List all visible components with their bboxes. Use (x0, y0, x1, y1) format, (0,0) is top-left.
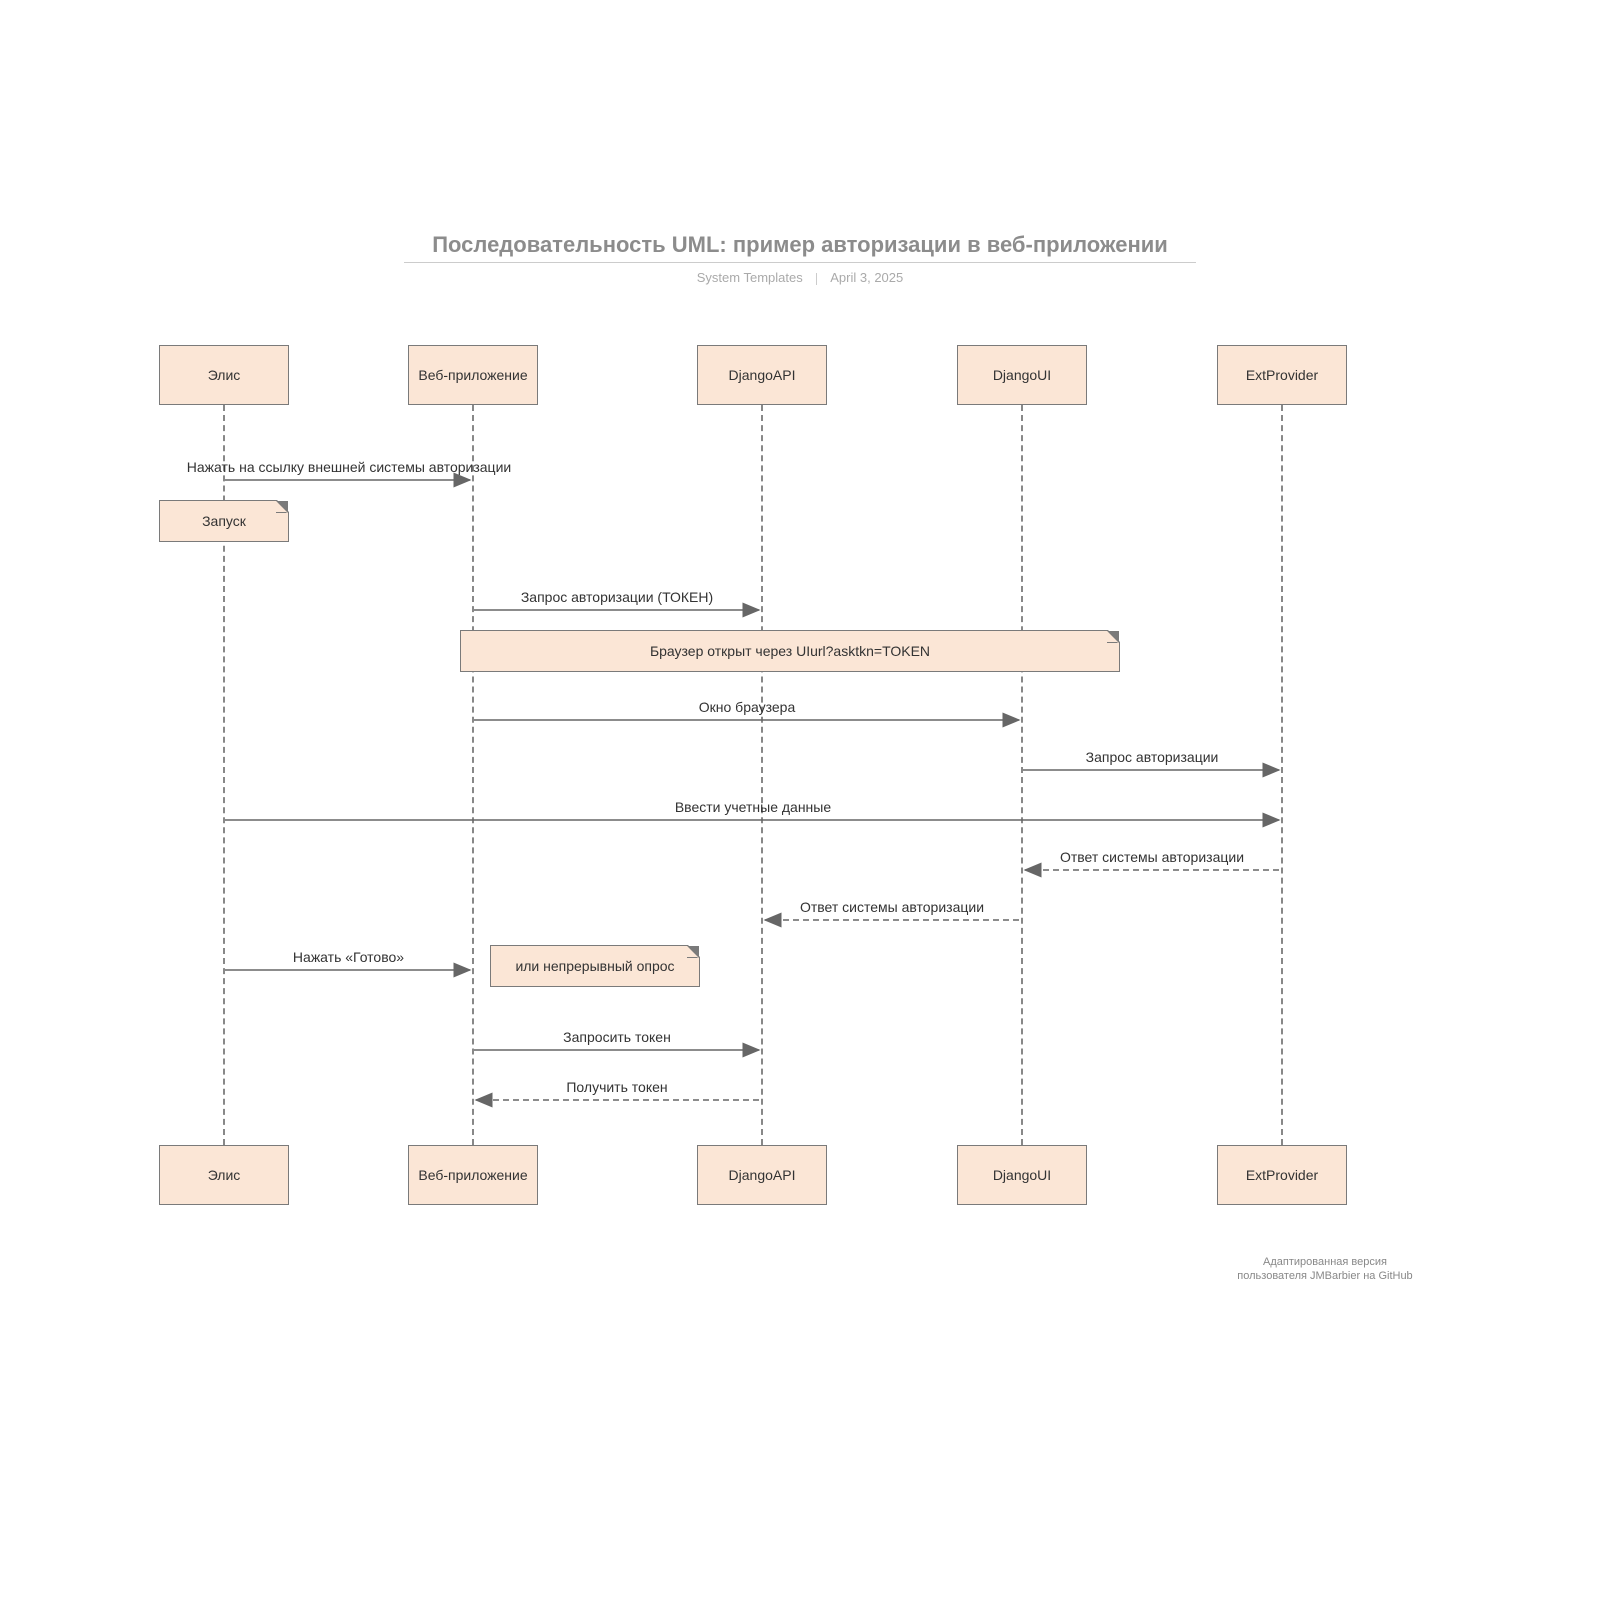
participant-extprovider-bottom: ExtProvider (1217, 1145, 1347, 1205)
participant-label: Веб-приложение (418, 1167, 527, 1183)
participant-label: Элис (208, 367, 241, 383)
participant-label: Элис (208, 1167, 241, 1183)
msg-enter-credentials: Ввести учетные данные (225, 799, 1281, 815)
msg-browser-window: Окно браузера (474, 699, 1020, 715)
participant-webapp-top: Веб-приложение (408, 345, 538, 405)
diagram-title: Последовательность UML: пример авторизац… (0, 232, 1600, 258)
participant-label: DjangoAPI (729, 1167, 796, 1183)
msg-auth-response-2: Ответ системы авторизации (763, 899, 1021, 915)
participant-label: DjangoAPI (729, 367, 796, 383)
title-underline (404, 262, 1196, 263)
participant-label: Веб-приложение (418, 367, 527, 383)
lifeline-extprovider (1281, 405, 1283, 1145)
note-poll: или непрерывный опрос (490, 945, 700, 987)
msg-auth-request-token: Запрос авторизации (ТОКЕН) (474, 589, 760, 605)
credit-line-1: Адаптированная версия (1200, 1255, 1450, 1269)
participant-webapp-bottom: Веб-приложение (408, 1145, 538, 1205)
subtitle-author: System Templates (697, 270, 803, 285)
credit-text: Адаптированная версия пользователя JMBar… (1200, 1255, 1450, 1284)
note-start: Запуск (159, 500, 289, 542)
participant-djangoui-top: DjangoUI (957, 345, 1087, 405)
subtitle-date: April 3, 2025 (830, 270, 903, 285)
msg-auth-response-1: Ответ системы авторизации (1023, 849, 1281, 865)
msg-click-external-auth: Нажать на ссылку внешней системы авториз… (160, 459, 538, 475)
participant-label: ExtProvider (1246, 1167, 1318, 1183)
participant-label: ExtProvider (1246, 367, 1318, 383)
diagram-subtitle: System Templates April 3, 2025 (0, 270, 1600, 285)
participant-alice-bottom: Элис (159, 1145, 289, 1205)
lifeline-djangoui (1021, 405, 1023, 1145)
participant-djangoapi-top: DjangoAPI (697, 345, 827, 405)
participant-alice-top: Элис (159, 345, 289, 405)
lifeline-djangoapi (761, 405, 763, 1145)
participant-djangoapi-bottom: DjangoAPI (697, 1145, 827, 1205)
msg-receive-token: Получить токен (474, 1079, 760, 1095)
note-label: Браузер открыт через UIurl?asktkn=TOKEN (650, 643, 930, 659)
note-label: или непрерывный опрос (515, 958, 674, 974)
participant-label: DjangoUI (993, 1167, 1051, 1183)
note-label: Запуск (202, 513, 246, 529)
participant-djangoui-bottom: DjangoUI (957, 1145, 1087, 1205)
participant-extprovider-top: ExtProvider (1217, 345, 1347, 405)
diagram-canvas: Последовательность UML: пример авторизац… (0, 0, 1600, 1600)
note-browser: Браузер открыт через UIurl?asktkn=TOKEN (460, 630, 1120, 672)
msg-request-token: Запросить токен (474, 1029, 760, 1045)
subtitle-separator (816, 273, 817, 285)
participant-label: DjangoUI (993, 367, 1051, 383)
msg-click-done: Нажать «Готово» (225, 949, 472, 965)
credit-line-2: пользователя JMBarbier на GitHub (1200, 1269, 1450, 1283)
msg-auth-request: Запрос авторизации (1023, 749, 1281, 765)
